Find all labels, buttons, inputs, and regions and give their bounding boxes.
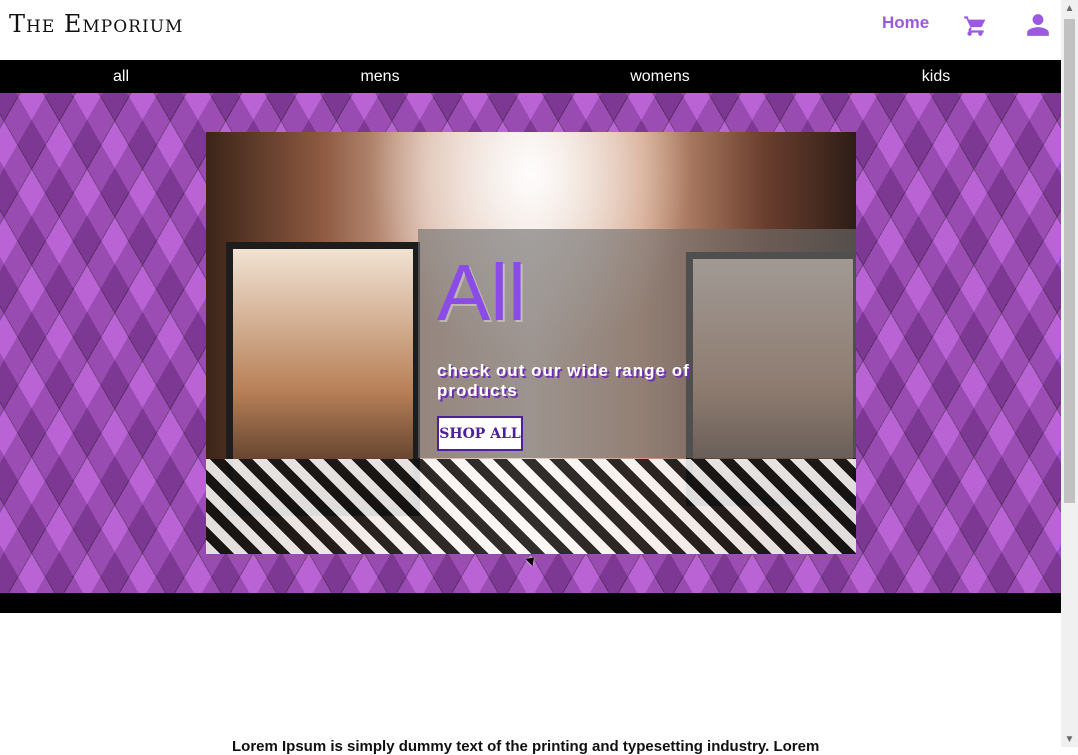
hero-subtitle: check out our wide range of products <box>437 361 690 400</box>
vertical-scrollbar[interactable]: ▲ ▼ <box>1061 0 1078 747</box>
category-bar: all mens womens kids <box>0 60 1061 93</box>
category-mens[interactable]: mens <box>360 68 400 86</box>
category-kids[interactable]: kids <box>921 68 951 86</box>
top-header: The Emporium Home <box>0 0 1061 60</box>
scroll-thumb[interactable] <box>1064 19 1075 503</box>
shop-all-button[interactable]: SHOP ALL <box>437 416 523 451</box>
scroll-down-icon[interactable]: ▼ <box>1061 731 1078 747</box>
brand-logo[interactable]: The Emporium <box>9 10 183 38</box>
scroll-up-icon[interactable]: ▲ <box>1061 0 1078 16</box>
hero-bottom-strip <box>0 593 1061 613</box>
hero-title: All <box>437 248 526 337</box>
user-icon[interactable] <box>1025 12 1051 38</box>
content-section <box>0 613 1061 747</box>
checker-floor <box>206 459 856 554</box>
category-womens[interactable]: womens <box>630 68 690 86</box>
cart-icon[interactable] <box>962 12 988 38</box>
home-link[interactable]: Home <box>882 13 929 33</box>
category-all[interactable]: all <box>111 68 131 86</box>
